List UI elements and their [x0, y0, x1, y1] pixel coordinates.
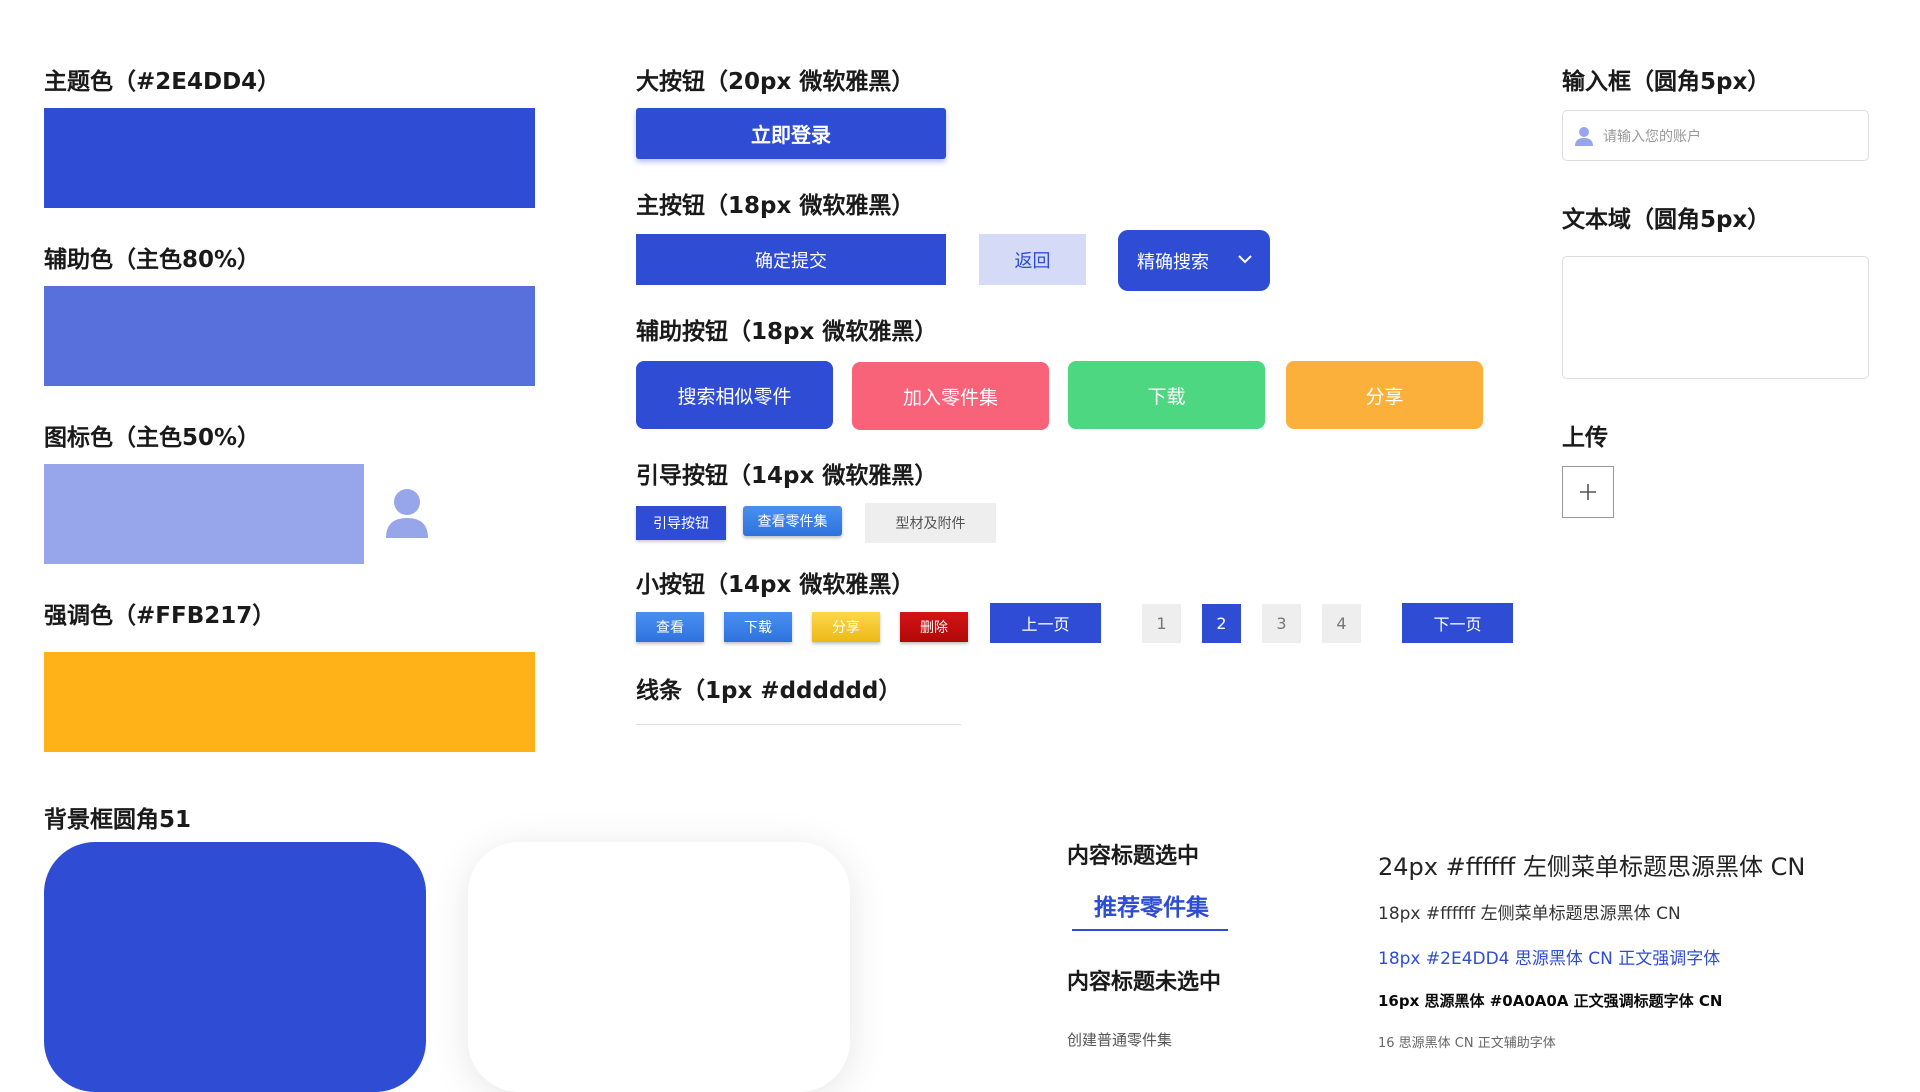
view-button[interactable]: 查看 — [636, 612, 704, 642]
tab-unselected-heading: 内容标题未选中 — [1067, 970, 1222, 995]
search-similar-button[interactable]: 搜索相似零件 — [636, 361, 833, 429]
small-share-button[interactable]: 分享 — [812, 612, 880, 642]
account-input[interactable]: 请输入您的账户 — [1562, 110, 1869, 161]
assist-color-label: 辅助色（主色80%） — [44, 247, 261, 273]
assist-button-heading: 辅助按钮（18px 微软雅黑） — [636, 319, 938, 345]
type-sample-18-accent: 18px #2E4DD4 思源黑体 CN 正文强调字体 — [1378, 949, 1721, 969]
user-icon — [386, 489, 428, 538]
page-3[interactable]: 3 — [1262, 604, 1301, 643]
tab-active-underline — [1072, 929, 1228, 931]
back-button[interactable]: 返回 — [979, 234, 1086, 285]
main-button-heading: 主按钮（18px 微软雅黑） — [636, 193, 915, 219]
type-sample-18: 18px #ffffff 左侧菜单标题思源黑体 CN — [1378, 904, 1681, 924]
add-to-set-button[interactable]: 加入零件集 — [852, 362, 1049, 430]
text-area[interactable] — [1562, 256, 1869, 379]
small-button-heading: 小按钮（14px 微软雅黑） — [636, 572, 915, 598]
tab-create-set[interactable]: 创建普通零件集 — [1067, 1029, 1172, 1050]
chevron-down-icon — [1238, 255, 1252, 264]
page-1[interactable]: 1 — [1142, 604, 1181, 643]
delete-button[interactable]: 删除 — [900, 612, 968, 642]
primary-color-label: 主题色（#2E4DD4） — [44, 69, 281, 95]
submit-button[interactable]: 确定提交 — [636, 234, 946, 285]
profiles-accessories-button[interactable]: 型材及附件 — [865, 503, 996, 543]
login-button[interactable]: 立即登录 — [636, 108, 946, 159]
sample-line — [636, 724, 961, 725]
exact-search-label: 精确搜索 — [1137, 251, 1209, 273]
guide-button[interactable]: 引导按钮 — [636, 506, 726, 540]
plus-icon — [1580, 484, 1596, 500]
type-sample-16-assist: 16 思源黑体 CN 正文辅助字体 — [1378, 1036, 1556, 1051]
prev-page-button[interactable]: 上一页 — [990, 603, 1101, 643]
upload-button[interactable] — [1562, 466, 1614, 518]
icon-color-swatch — [44, 464, 364, 564]
white-rounded-card — [468, 842, 850, 1092]
view-set-button[interactable]: 查看零件集 — [743, 506, 842, 536]
account-placeholder: 请输入您的账户 — [1603, 128, 1701, 145]
icon-color-label: 图标色（主色50%） — [44, 425, 261, 451]
blue-rounded-card — [44, 842, 426, 1092]
user-icon — [1575, 126, 1593, 146]
accent-color-swatch — [44, 652, 535, 752]
small-download-button[interactable]: 下载 — [724, 612, 792, 642]
tab-selected-heading: 内容标题选中 — [1067, 844, 1200, 869]
input-heading: 输入框（圆角5px） — [1562, 69, 1771, 95]
tab-recommended-sets[interactable]: 推荐零件集 — [1094, 888, 1209, 922]
line-heading: 线条（1px #dddddd） — [636, 678, 902, 704]
primary-color-swatch — [44, 108, 535, 208]
page-2-current[interactable]: 2 — [1202, 604, 1241, 643]
background-radius-label: 背景框圆角51 — [44, 807, 192, 833]
accent-color-label: 强调色（#FFB217） — [44, 603, 276, 629]
assist-color-swatch — [44, 286, 535, 386]
type-sample-16-bold: 16px 思源黑体 #0A0A0A 正文强调标题字体 CN — [1378, 992, 1723, 1010]
share-button[interactable]: 分享 — [1286, 361, 1483, 429]
large-button-heading: 大按钮（20px 微软雅黑） — [636, 69, 915, 95]
download-button[interactable]: 下载 — [1068, 361, 1265, 429]
next-page-button[interactable]: 下一页 — [1402, 603, 1513, 643]
type-sample-24: 24px #ffffff 左侧菜单标题思源黑体 CN — [1378, 853, 1806, 881]
upload-heading: 上传 — [1562, 425, 1608, 451]
exact-search-button[interactable]: 精确搜索 — [1118, 230, 1270, 291]
textarea-heading: 文本域（圆角5px） — [1562, 207, 1771, 233]
page-4[interactable]: 4 — [1322, 604, 1361, 643]
guide-button-heading: 引导按钮（14px 微软雅黑） — [636, 463, 938, 489]
